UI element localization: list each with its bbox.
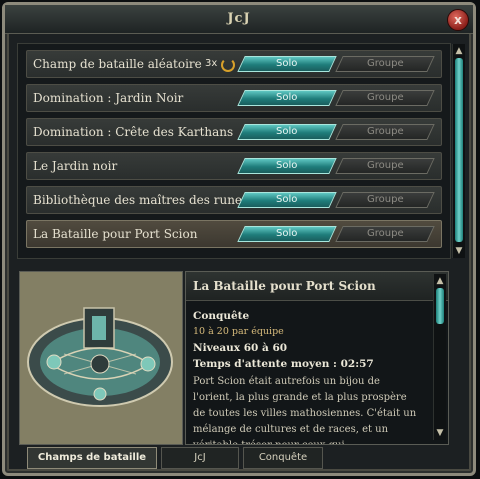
map-image [20,272,182,444]
tab-bar: Champs de bataille JcJ Conquête [19,447,449,469]
battleground-name: Domination : Jardin Noir [33,91,184,105]
details-body: Conquête 10 à 20 par équipe Niveaux 60 à… [193,308,421,444]
battleground-name: La Bataille pour Port Scion [33,227,198,241]
battleground-name: Bibliothèque des maîtres des runes [33,193,249,207]
tab-conquest[interactable]: Conquête [243,447,323,469]
details-mode: Conquête [193,310,250,322]
list-item[interactable]: Domination : Jardin Noir Solo Groupe [26,84,442,112]
battleground-map [19,271,183,445]
battleground-details: La Bataille pour Port Scion Conquête 10 … [185,271,449,445]
scroll-thumb[interactable] [436,288,444,324]
title-bar[interactable]: JcJ x [5,5,473,34]
scroll-down-icon[interactable]: ▼ [453,246,465,256]
list-item[interactable]: Bibliothèque des maîtres des runes Solo … [26,186,442,214]
solo-button[interactable]: Solo [237,192,337,208]
group-button[interactable]: Groupe [335,192,435,208]
group-button[interactable]: Groupe [335,158,435,174]
group-button[interactable]: Groupe [335,124,435,140]
repeat-count: 3x [205,58,218,69]
battleground-name: Le Jardin noir [33,159,118,173]
pvp-window: JcJ x Champ de bataille aléatoire 3x Sol… [2,2,476,476]
scroll-up-icon[interactable]: ▲ [434,276,446,286]
group-button[interactable]: Groupe [335,226,435,242]
details-title: La Bataille pour Port Scion [186,272,448,301]
solo-button[interactable]: Solo [237,158,337,174]
battleground-name: Domination : Crête des Karthans [33,125,234,139]
repeat-icon [221,58,235,72]
solo-button[interactable]: Solo [237,226,337,242]
window-title: JcJ [227,11,251,26]
list-item[interactable]: Champ de bataille aléatoire 3x Solo Grou… [26,50,442,78]
list-item[interactable]: Domination : Crête des Karthans Solo Gro… [26,118,442,146]
details-levels: Niveaux 60 à 60 [193,342,288,354]
battleground-name: Champ de bataille aléatoire [33,57,202,71]
details-team-size: 10 à 20 par équipe [193,326,284,337]
tab-battlegrounds[interactable]: Champs de bataille [27,447,157,469]
list-item-selected[interactable]: La Bataille pour Port Scion Solo Groupe [26,220,442,248]
tab-pvp[interactable]: JcJ [161,447,239,469]
list-item[interactable]: Le Jardin noir Solo Groupe [26,152,442,180]
solo-button[interactable]: Solo [237,56,337,72]
scroll-down-icon[interactable]: ▼ [434,428,446,438]
group-button[interactable]: Groupe [335,56,435,72]
details-scrollbar[interactable]: ▲ ▼ [433,274,446,440]
solo-button[interactable]: Solo [237,124,337,140]
details-description: Port Scion était autrefois un bijou de l… [193,376,417,444]
battleground-list: Champ de bataille aléatoire 3x Solo Grou… [17,43,465,259]
solo-button[interactable]: Solo [237,90,337,106]
scroll-up-icon[interactable]: ▲ [453,46,465,56]
close-button[interactable]: x [447,9,469,31]
group-button[interactable]: Groupe [335,90,435,106]
scroll-thumb[interactable] [455,58,463,242]
list-scrollbar[interactable]: ▲ ▼ [452,44,465,258]
details-wait-time: Temps d'attente moyen : 02:57 [193,358,374,370]
